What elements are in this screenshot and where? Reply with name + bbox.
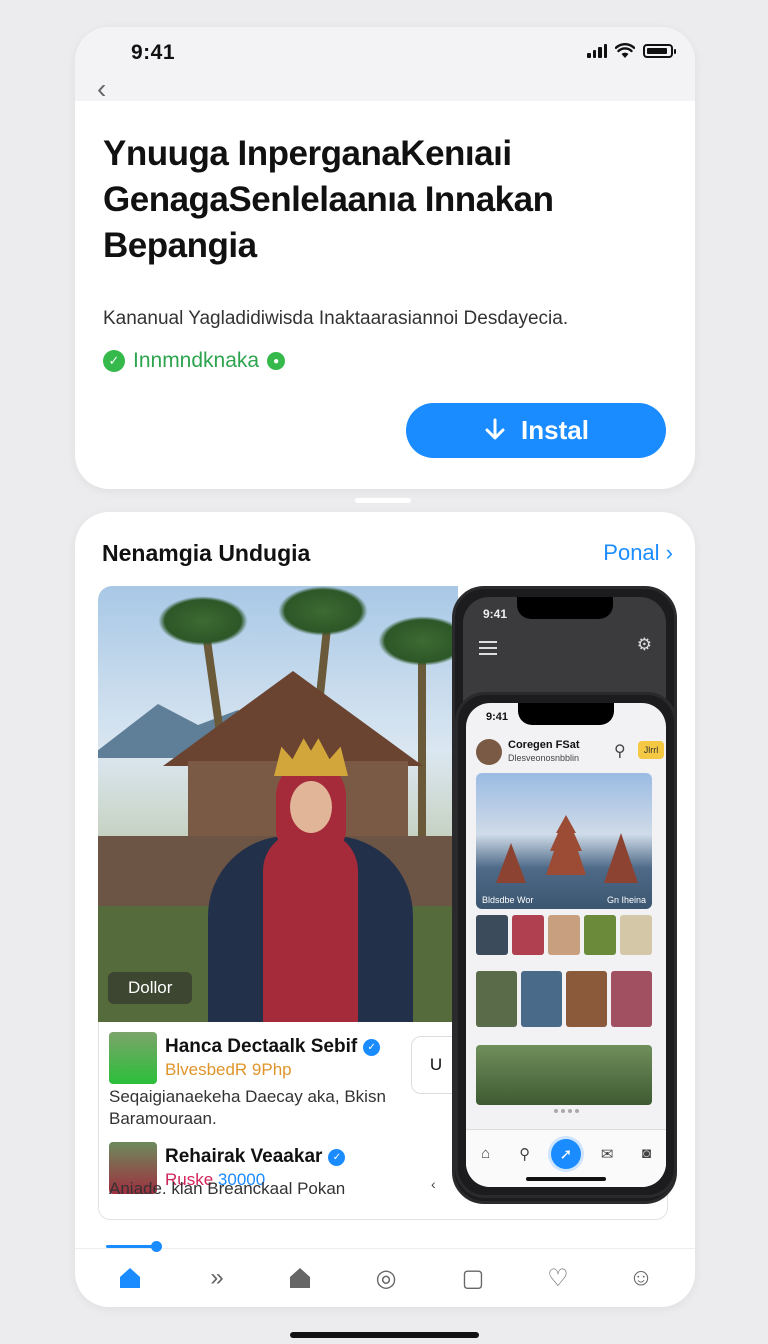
install-label: Instal [521, 415, 589, 445]
phone-mockup-front: 9:41 Coregen FSat Dlesveonosnbblin ⚲ Jlr… [455, 692, 677, 1198]
section-link[interactable]: Ponal › [603, 540, 673, 566]
menu-icon [479, 641, 497, 659]
heart-icon[interactable]: ♡ [543, 1263, 573, 1293]
hero-image[interactable]: Dollor [98, 586, 458, 1022]
photo-strip [476, 915, 652, 955]
status-time: 9:41 [131, 41, 176, 64]
search-icon: ⚲ [519, 1145, 531, 1163]
hero-caption-left: Bldsdbe Wor [482, 895, 534, 905]
home-indicator [290, 1332, 479, 1338]
list-item[interactable]: Hanca Dectaalk Sebif ✓ BlvesbedR 9Php Se… [109, 1032, 449, 1132]
status-icons [587, 43, 676, 59]
camera-icon: ◙ [641, 1145, 651, 1162]
search-icon: ⚲ [614, 743, 626, 760]
app-header-card: 9:41 ‹ Ynuuga InperganaKenıaıi GenagaSen… [75, 27, 695, 489]
wifi-icon [615, 43, 635, 58]
status-bar: 9:41 ‹ [75, 27, 695, 103]
home-icon[interactable] [115, 1263, 145, 1293]
list-item-title: Rehairak Veaakar [165, 1146, 323, 1167]
verified-icon: ✓ [328, 1148, 346, 1166]
profile-subtitle: Dlesveonosnbblin [508, 753, 580, 763]
bottom-tab-bar: » ◎ ▢ ♡ ☺ [75, 1241, 695, 1307]
hero-caption-right: Gn Iheina [606, 895, 646, 905]
list-item-title: Hanca Dectaalk Sebif [165, 1036, 358, 1057]
chevron-left-icon[interactable]: ‹ [431, 1176, 436, 1192]
phone-back-time: 9:41 [483, 607, 508, 621]
notification-icon[interactable]: ▢ [458, 1263, 488, 1293]
message-icon: ✉ [600, 1145, 614, 1163]
phone-front-time: 9:41 [486, 711, 509, 723]
tab-progress-indicator [106, 1241, 162, 1252]
verified-icon: ✓ [363, 1038, 381, 1056]
fast-forward-icon[interactable]: » [202, 1263, 232, 1293]
verified-label: Innmndknaka [133, 349, 260, 372]
gear-icon: ⚙ [636, 635, 652, 654]
compass-icon: ➚ [550, 1138, 581, 1169]
list-thumbnail [109, 1032, 157, 1084]
pager-dots [554, 1109, 579, 1113]
phone-hero-image: Bldsdbe Wor Gn Iheina [476, 773, 652, 909]
install-button[interactable]: Instal [406, 403, 666, 458]
avatar [476, 739, 502, 765]
app-subtitle: Kananual Yagladidiwisda Inaktaarasiannoi… [103, 308, 569, 329]
list-item-meta: BlvesbedR 9Php [165, 1060, 292, 1079]
signal-icon [587, 44, 607, 58]
home-indicator [526, 1177, 606, 1181]
content-card: Nenamgia Undugia Ponal › Dollor Hanca De… [75, 512, 695, 1307]
home-icon: ⌂ [481, 1145, 491, 1162]
badge-icon: ● [267, 352, 286, 370]
hero-tag: Dollor [108, 972, 193, 1004]
header-badge: Jlrrl [638, 741, 664, 759]
list-item-desc: Aniade. klan Breanckaal Pokan [109, 1179, 346, 1198]
photo-strip [476, 971, 652, 1027]
list-item-desc: Seqaigianaekeha Daecay aka, Bkisn Baramo… [109, 1087, 386, 1128]
emoji-icon[interactable]: ☺ [626, 1263, 656, 1293]
download-icon [485, 418, 505, 439]
check-icon: ✓ [103, 350, 125, 372]
profile-name: Coregen FSat [508, 739, 580, 751]
battery-icon [643, 44, 676, 58]
camera-icon[interactable]: ◎ [371, 1263, 401, 1293]
sheet-handle[interactable] [355, 498, 411, 503]
app-title: Ynuuga InperganaKenıaıi GenagaSenlelaanı… [103, 134, 554, 265]
phone-feature-image [476, 1045, 652, 1105]
section-title: Nenamgia Undugia [102, 540, 311, 566]
house-icon[interactable] [285, 1263, 315, 1293]
back-chevron-icon[interactable]: ‹ [97, 75, 117, 105]
phone-profile-header: Coregen FSat Dlesveonosnbblin ⚲ Jlrrl [472, 733, 664, 771]
list-item[interactable]: Rehairak Veaakar ✓ Ruske 30000 Aniade. k… [109, 1142, 449, 1212]
verified-row: ✓ Innmndknaka ● [103, 349, 286, 373]
